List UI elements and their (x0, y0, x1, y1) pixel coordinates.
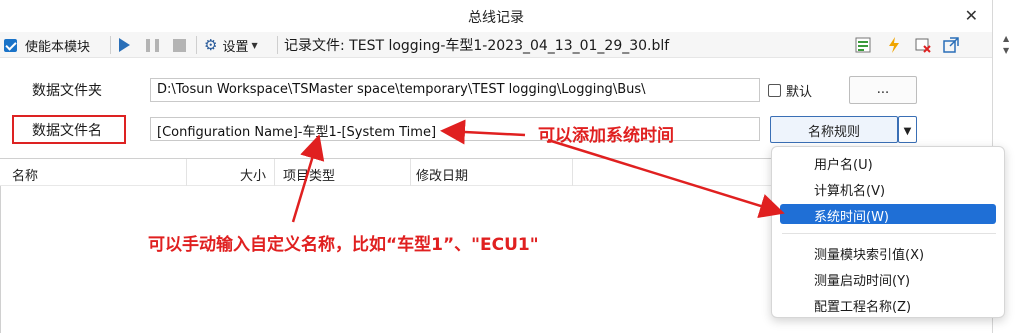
menu-item-module-index[interactable]: 测量模块索引值(X) (780, 242, 996, 263)
menu-item-system-time[interactable]: 系统时间(W) (780, 204, 996, 225)
export-icon[interactable] (854, 32, 872, 58)
enable-checkbox[interactable] (4, 38, 17, 52)
column-modified-date[interactable]: 修改日期 (416, 165, 468, 184)
toolbar: 使能本模块 ⚙ 设置 ▼ 记录文件: TEST logging-车型1-2023… (0, 32, 992, 58)
annotation-manual-name: 可以手动输入自定义名称，比如“车型1”、"ECU1" (148, 235, 539, 255)
pause-icon[interactable] (146, 32, 159, 58)
close-icon[interactable]: ✕ (965, 6, 978, 25)
filename-label: 数据文件名 (32, 123, 102, 139)
browse-button[interactable]: ... (849, 76, 917, 104)
folder-label: 数据文件夹 (32, 83, 102, 99)
enable-module-toggle[interactable]: 使能本模块 (4, 32, 90, 58)
annotation-add-time: 可以添加系统时间 (538, 126, 674, 146)
column-size[interactable]: 大小 (240, 165, 266, 184)
toolbar-divider (277, 36, 278, 54)
menu-item-user-name[interactable]: 用户名(U) (780, 152, 996, 173)
title-bar: 总线记录 ✕ (0, 0, 992, 32)
scroll-down-icon[interactable]: ▼ (1003, 46, 1009, 55)
window-title: 总线记录 (468, 10, 524, 26)
settings-label: 设置 (222, 39, 249, 55)
toolbar-divider (196, 36, 197, 54)
column-name[interactable]: 名称 (12, 165, 38, 184)
folder-path-input[interactable]: D:\Tosun Workspace\TSMaster space\tempor… (150, 78, 760, 102)
settings-button[interactable]: ⚙ 设置 ▼ (204, 32, 258, 58)
naming-rule-button[interactable]: 名称规则 (770, 116, 898, 143)
menu-separator (782, 233, 996, 234)
chevron-down-icon: ▼ (903, 126, 912, 137)
default-option[interactable]: 默认 (768, 78, 812, 102)
bus-logging-window: 总线记录 ✕ ▲ ▼ 使能本模块 ⚙ 设置 ▼ 记录文件: TEST loggi… (0, 0, 1021, 333)
naming-rule-dropdown[interactable]: ▼ (898, 116, 917, 143)
chevron-down-icon: ▼ (251, 40, 258, 50)
play-icon[interactable] (119, 32, 130, 58)
column-divider[interactable] (572, 159, 573, 187)
menu-item-project-name[interactable]: 配置工程名称(Z) (780, 294, 996, 315)
lightning-icon[interactable] (887, 32, 901, 58)
record-file-label: 记录文件: TEST logging-车型1-2023_04_13_01_29_… (284, 38, 670, 54)
enable-label: 使能本模块 (25, 39, 91, 55)
naming-rule-menu: 用户名(U) 计算机名(V) 系统时间(W) 测量模块索引值(X) 测量启动时间… (771, 146, 1005, 318)
menu-item-computer-name[interactable]: 计算机名(V) (780, 178, 996, 199)
toolbar-divider (110, 36, 111, 54)
scroll-up-icon[interactable]: ▲ (1003, 34, 1009, 43)
column-divider[interactable] (186, 159, 187, 187)
column-divider[interactable] (274, 159, 275, 187)
column-divider[interactable] (410, 159, 411, 187)
default-checkbox[interactable] (768, 83, 781, 97)
clear-icon[interactable] (914, 32, 932, 58)
stop-icon[interactable] (173, 32, 186, 58)
menu-item-start-time[interactable]: 测量启动时间(Y) (780, 268, 996, 289)
default-label: 默认 (786, 84, 813, 100)
gear-icon: ⚙ (204, 36, 218, 54)
open-external-icon[interactable] (942, 32, 960, 58)
column-item-type[interactable]: 项目类型 (283, 165, 335, 184)
